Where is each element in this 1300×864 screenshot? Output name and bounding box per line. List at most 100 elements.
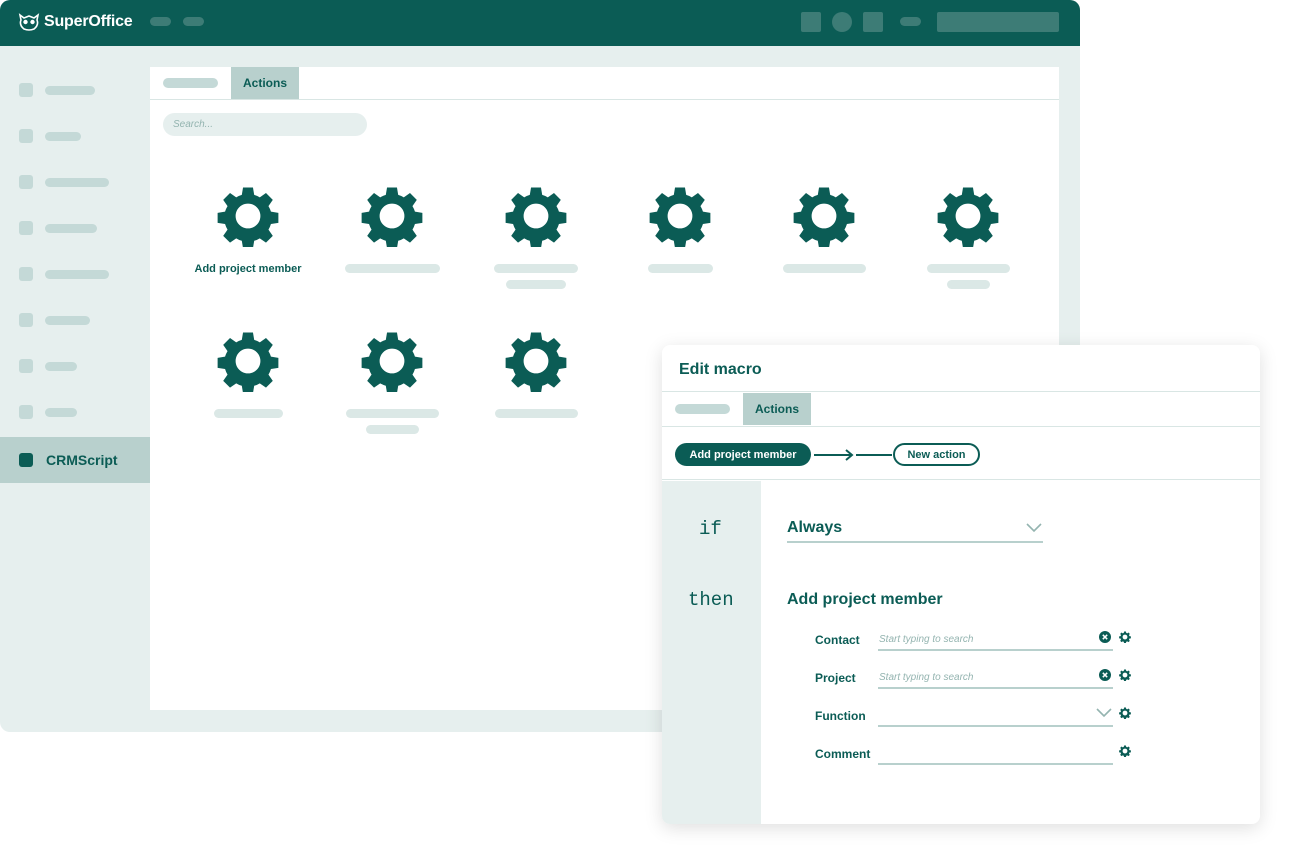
sidebar-item-label bbox=[45, 408, 77, 417]
nav-placeholder[interactable] bbox=[183, 17, 204, 26]
tile-label-placeholder bbox=[345, 264, 440, 273]
sidebar-item-icon bbox=[19, 359, 33, 373]
global-search-input[interactable] bbox=[937, 12, 1059, 32]
tab-placeholder[interactable] bbox=[675, 404, 730, 414]
action-tile[interactable] bbox=[183, 330, 313, 450]
sidebar-item-label bbox=[45, 362, 77, 371]
action-tile[interactable] bbox=[327, 330, 457, 450]
sidebar-item[interactable] bbox=[0, 389, 150, 435]
tile-label-placeholder bbox=[366, 425, 419, 434]
tab-actions[interactable]: Actions bbox=[231, 67, 299, 99]
sidebar-item[interactable] bbox=[0, 205, 150, 251]
gear-icon bbox=[505, 332, 567, 392]
chevron-down-icon[interactable] bbox=[1096, 708, 1112, 718]
logo[interactable]: SuperOffice bbox=[18, 9, 133, 35]
action-tile[interactable] bbox=[327, 185, 457, 305]
arrow-connector-icon bbox=[814, 449, 892, 461]
sidebar-item-label bbox=[45, 178, 109, 187]
top-bar: SuperOffice bbox=[0, 0, 1080, 46]
sidebar-item-icon bbox=[19, 175, 33, 189]
step-new-action[interactable]: New action bbox=[893, 443, 980, 466]
sidebar-item-crmscript[interactable]: CRMScript bbox=[0, 437, 150, 483]
tile-label-placeholder bbox=[947, 280, 990, 289]
sidebar-item[interactable] bbox=[0, 251, 150, 297]
sidebar-item-icon bbox=[19, 221, 33, 235]
gear-icon[interactable] bbox=[1119, 707, 1131, 719]
action-tile[interactable] bbox=[615, 185, 745, 305]
action-tile[interactable] bbox=[903, 185, 1033, 305]
chevron-down-icon[interactable] bbox=[1026, 523, 1042, 533]
gear-icon[interactable] bbox=[1119, 631, 1131, 643]
action-title: Add project member bbox=[787, 591, 943, 608]
action-tile[interactable]: Add project member bbox=[183, 185, 313, 305]
comment-underline bbox=[878, 763, 1113, 765]
owl-logo-icon bbox=[18, 13, 40, 31]
sidebar-item-icon bbox=[19, 313, 33, 327]
search-input[interactable]: Search... bbox=[163, 113, 367, 136]
contact-label: Contact bbox=[815, 633, 860, 647]
action-tile[interactable] bbox=[471, 185, 601, 305]
avatar[interactable] bbox=[832, 12, 852, 32]
divider bbox=[662, 426, 1260, 427]
gear-icon bbox=[361, 332, 423, 392]
clear-icon[interactable] bbox=[1099, 669, 1111, 681]
tab-actions[interactable]: Actions bbox=[743, 393, 811, 425]
toolbar-icon[interactable] bbox=[801, 12, 821, 32]
tile-label-placeholder bbox=[214, 409, 283, 418]
edit-macro-dialog: Edit macro Actions Add project member Ne… bbox=[662, 345, 1260, 824]
gear-icon bbox=[793, 187, 855, 247]
sidebar-item[interactable] bbox=[0, 343, 150, 389]
sidebar-item-label bbox=[45, 224, 97, 233]
sidebar-item-label bbox=[45, 132, 81, 141]
crmscript-icon bbox=[19, 453, 33, 467]
clear-icon[interactable] bbox=[1099, 631, 1111, 643]
nav-placeholder[interactable] bbox=[150, 17, 171, 26]
project-input[interactable]: Start typing to search bbox=[879, 672, 974, 683]
sidebar-item-icon bbox=[19, 405, 33, 419]
function-label: Function bbox=[815, 709, 866, 723]
gear-icon bbox=[649, 187, 711, 247]
tile-label-placeholder bbox=[783, 264, 866, 273]
sidebar-item[interactable] bbox=[0, 113, 150, 159]
brand-name: SuperOffice bbox=[44, 13, 133, 30]
sidebar-item[interactable] bbox=[0, 297, 150, 343]
tile-label-placeholder bbox=[494, 264, 578, 273]
action-tile[interactable] bbox=[759, 185, 889, 305]
gear-icon bbox=[217, 332, 279, 392]
if-keyword: if bbox=[699, 518, 722, 540]
tile-label-placeholder bbox=[648, 264, 713, 273]
sidebar-item-icon bbox=[19, 129, 33, 143]
function-underline bbox=[878, 725, 1113, 727]
sidebar-item-label bbox=[45, 86, 95, 95]
tab-placeholder[interactable] bbox=[163, 78, 218, 88]
gear-icon[interactable] bbox=[1119, 669, 1131, 681]
project-label: Project bbox=[815, 671, 856, 685]
tab-bar: Actions bbox=[150, 67, 1059, 100]
step-add-project-member[interactable]: Add project member bbox=[675, 443, 811, 466]
contact-input[interactable]: Start typing to search bbox=[879, 634, 974, 645]
sidebar-item-icon bbox=[19, 83, 33, 97]
sidebar-item[interactable] bbox=[0, 67, 150, 113]
sidebar-item-label bbox=[45, 316, 90, 325]
tile-label-placeholder bbox=[927, 264, 1010, 273]
gear-icon[interactable] bbox=[1119, 745, 1131, 757]
dialog-title: Edit macro bbox=[679, 361, 762, 378]
tile-label-placeholder bbox=[346, 409, 439, 418]
action-tile[interactable] bbox=[471, 330, 601, 450]
comment-label: Comment bbox=[815, 747, 871, 761]
gear-icon bbox=[505, 187, 567, 247]
tile-label-placeholder bbox=[506, 280, 566, 289]
divider bbox=[662, 479, 1260, 480]
project-underline bbox=[878, 687, 1113, 689]
condition-underline bbox=[787, 541, 1043, 543]
then-keyword: then bbox=[688, 589, 734, 611]
tile-label-placeholder bbox=[495, 409, 578, 418]
gear-icon bbox=[361, 187, 423, 247]
toolbar-placeholder[interactable] bbox=[900, 17, 921, 26]
sidebar-item[interactable] bbox=[0, 159, 150, 205]
sidebar-item-label: CRMScript bbox=[46, 452, 118, 468]
sidebar-item-icon bbox=[19, 267, 33, 281]
sidebar-item-label bbox=[45, 270, 109, 279]
condition-select[interactable]: Always bbox=[787, 519, 842, 537]
toolbar-icon[interactable] bbox=[863, 12, 883, 32]
